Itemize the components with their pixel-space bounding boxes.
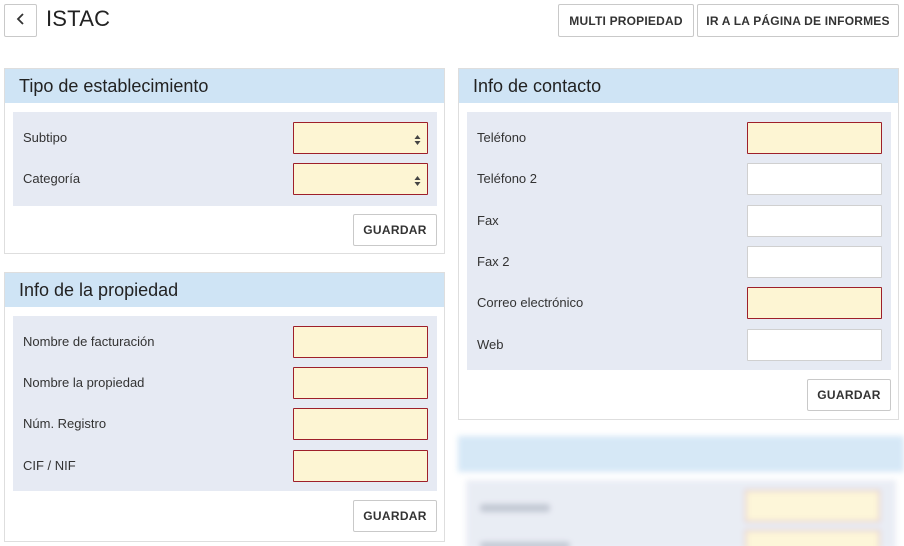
panel-body: Teléfono Teléfono 2 Fax Fax 2 Correo ele… — [467, 112, 891, 370]
blurred-label — [480, 504, 550, 512]
panel-title: Info de la propiedad — [5, 273, 444, 307]
field-label: Fax — [477, 213, 499, 228]
tipo-establecimiento-panel: Tipo de establecimiento Subtipo Categorí… — [4, 68, 445, 254]
telefono-2-input[interactable] — [747, 163, 882, 195]
panel-body: Nombre de facturación Nombre la propieda… — [13, 316, 437, 491]
field-label: CIF / NIF — [23, 458, 76, 473]
info-contacto-panel: Info de contacto Teléfono Teléfono 2 Fax… — [458, 68, 899, 420]
blurred-field — [745, 490, 880, 522]
field-label: Subtipo — [23, 130, 68, 145]
telefono-input[interactable] — [747, 122, 882, 154]
form-row-telefono: Teléfono — [467, 122, 891, 154]
blurred-panel-header — [458, 436, 904, 472]
form-row-subtipo: Subtipo — [13, 122, 437, 154]
blurred-panel — [458, 436, 904, 546]
form-row-correo: Correo electrónico — [467, 287, 891, 319]
top-bar: ISTAC MULTI PROPIEDAD IR A LA PÁGINA DE … — [0, 0, 904, 40]
nombre-facturacion-input[interactable] — [293, 326, 428, 358]
categoria-select[interactable] — [293, 163, 428, 195]
panel-title: Tipo de establecimiento — [5, 69, 444, 103]
page-title: ISTAC — [46, 6, 111, 31]
info-propiedad-panel: Info de la propiedad Nombre de facturaci… — [4, 272, 445, 542]
form-row-fax: Fax — [467, 205, 891, 237]
correo-electronico-input[interactable] — [747, 287, 882, 319]
select-arrows-icon — [414, 174, 421, 186]
guardar-button[interactable]: GUARDAR — [353, 500, 437, 532]
form-row-categoria: Categoría — [13, 163, 437, 195]
form-row-nombre-facturacion: Nombre de facturación — [13, 326, 437, 358]
guardar-button[interactable]: GUARDAR — [807, 379, 891, 411]
nombre-propiedad-input[interactable] — [293, 367, 428, 399]
form-row-fax-2: Fax 2 — [467, 246, 891, 278]
panel-body: Subtipo Categoría — [13, 112, 437, 206]
back-button[interactable] — [4, 4, 37, 37]
chevron-left-icon — [16, 12, 26, 30]
form-row-web: Web — [467, 329, 891, 361]
field-label: Teléfono — [477, 130, 527, 145]
form-row-nombre-propiedad: Nombre la propiedad — [13, 367, 437, 399]
guardar-button[interactable]: GUARDAR — [353, 214, 437, 246]
field-label: Web — [477, 337, 504, 352]
panel-title: Info de contacto — [459, 69, 898, 103]
field-label: Categoría — [23, 171, 81, 186]
blurred-field — [745, 530, 880, 546]
subtipo-select[interactable] — [293, 122, 428, 154]
cif-nif-input[interactable] — [293, 450, 428, 482]
form-row-telefono-2: Teléfono 2 — [467, 163, 891, 195]
num-registro-input[interactable] — [293, 408, 428, 440]
form-row-num-registro: Núm. Registro — [13, 408, 437, 440]
fax-2-input[interactable] — [747, 246, 882, 278]
informes-button[interactable]: IR A LA PÁGINA DE INFORMES — [697, 4, 899, 37]
field-label: Fax 2 — [477, 254, 510, 269]
multi-propiedad-button[interactable]: MULTI PROPIEDAD — [558, 4, 694, 37]
fax-input[interactable] — [747, 205, 882, 237]
select-arrows-icon — [414, 133, 421, 145]
form-row-cif-nif: CIF / NIF — [13, 450, 437, 482]
blurred-label — [480, 542, 570, 546]
field-label: Nombre de facturación — [23, 334, 155, 349]
web-input[interactable] — [747, 329, 882, 361]
field-label: Teléfono 2 — [477, 171, 537, 186]
field-label: Correo electrónico — [477, 295, 584, 310]
field-label: Núm. Registro — [23, 416, 107, 431]
field-label: Nombre la propiedad — [23, 375, 145, 390]
